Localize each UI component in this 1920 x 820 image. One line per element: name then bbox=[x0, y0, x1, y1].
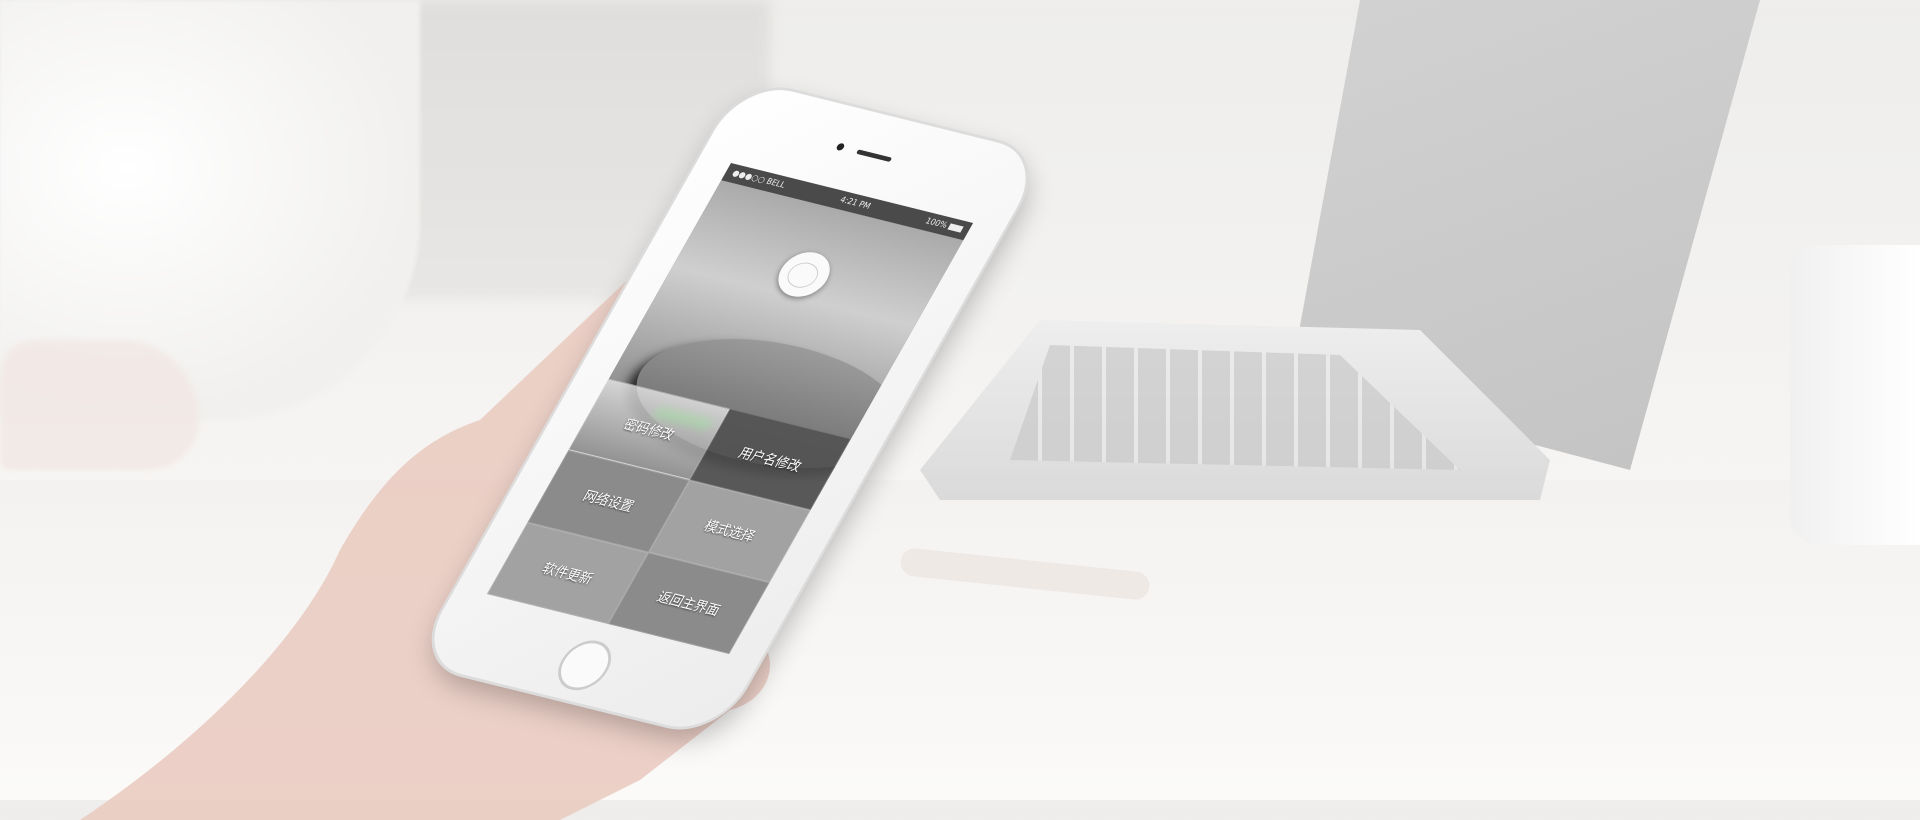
time-label: 4:21 PM bbox=[837, 195, 873, 212]
cup bbox=[1790, 245, 1920, 545]
battery-icon bbox=[947, 223, 964, 233]
device-icon bbox=[769, 247, 839, 302]
